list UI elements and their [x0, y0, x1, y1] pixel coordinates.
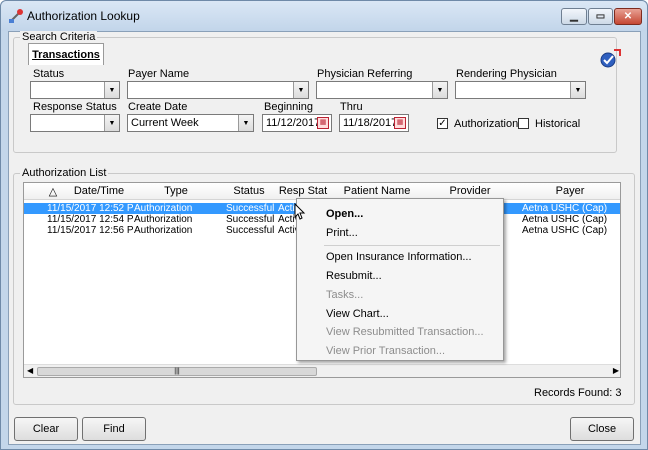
menu-item-print[interactable]: Print... [326, 227, 358, 239]
menu-item-view-resubmitted: View Resubmitted Transaction... [326, 326, 484, 338]
chevron-down-icon: ▼ [432, 82, 447, 98]
rendering-physician-label: Rendering Physician [456, 68, 557, 80]
response-status-label: Response Status [33, 101, 117, 113]
beginning-date-field[interactable]: 11/12/2017 ▦ [262, 114, 332, 132]
menu-separator [324, 245, 500, 246]
menu-item-open[interactable]: Open... [326, 208, 363, 220]
tab-transactions[interactable]: Transactions [28, 43, 104, 65]
minimize-icon: ▁ [570, 11, 578, 22]
search-refresh-icon[interactable] [597, 46, 623, 72]
close-window-button[interactable]: ✕ [614, 8, 642, 25]
scroll-left-icon[interactable]: ◀ [27, 366, 33, 375]
window-title: Authorization Lookup [27, 9, 140, 23]
physician-referring-label: Physician Referring [317, 68, 413, 80]
payer-name-label: Payer Name [128, 68, 190, 80]
chevron-down-icon: ▼ [570, 82, 585, 98]
chevron-down-icon: ▼ [104, 115, 119, 131]
column-provider[interactable]: Provider [424, 185, 516, 197]
beginning-label: Beginning [264, 101, 313, 113]
menu-item-resubmit[interactable]: Resubmit... [326, 270, 382, 282]
scrollbar-thumb[interactable]: ||| [37, 367, 317, 376]
column-payer[interactable]: Payer [518, 185, 620, 197]
status-label: Status [33, 68, 65, 80]
calendar-icon[interactable]: ▦ [317, 117, 329, 129]
menu-item-view-chart[interactable]: View Chart... [326, 308, 389, 320]
create-date-select[interactable]: Current Week ▼ [127, 114, 254, 132]
chevron-down-icon: ▼ [238, 115, 253, 131]
chevron-down-icon: ▼ [293, 82, 308, 98]
historical-checkbox[interactable] [518, 118, 529, 129]
app-icon [9, 9, 23, 23]
calendar-icon[interactable]: ▦ [394, 117, 406, 129]
mouse-cursor-icon [294, 203, 306, 220]
column-datetime[interactable]: Date/Time [64, 185, 134, 197]
thru-date-field[interactable]: 11/18/2017 ▦ [339, 114, 409, 132]
menu-item-open-insurance[interactable]: Open Insurance Information... [326, 251, 472, 263]
menu-item-tasks: Tasks... [326, 289, 364, 301]
chevron-down-icon: ▼ [104, 82, 119, 98]
records-found-text: Records Found: 3 [534, 387, 622, 399]
search-criteria-legend: Search Criteria [20, 31, 98, 43]
menu-item-view-prior: View Prior Transaction... [326, 345, 446, 357]
title-bar[interactable]: Authorization Lookup ▁ ▭ ✕ [1, 1, 647, 31]
historical-checkbox-label: Historical [535, 118, 581, 130]
horizontal-scrollbar[interactable]: ◀ ||| ▶ [24, 364, 620, 377]
maximize-icon: ▭ [595, 11, 606, 22]
column-type[interactable]: Type [136, 185, 216, 197]
authorization-list-legend: Authorization List [20, 167, 109, 179]
minimize-button[interactable]: ▁ [561, 8, 587, 25]
column-resp-stat[interactable]: Resp Stat [276, 185, 330, 197]
column-status[interactable]: Status [224, 185, 274, 197]
payer-name-select[interactable]: ▼ [127, 81, 309, 99]
close-icon: ✕ [623, 11, 633, 22]
find-button[interactable]: Find [82, 417, 146, 441]
thru-label: Thru [340, 101, 363, 113]
clear-button[interactable]: Clear [14, 417, 78, 441]
rendering-physician-select[interactable]: ▼ [455, 81, 586, 99]
column-patient-name[interactable]: Patient Name [332, 185, 422, 197]
maximize-button[interactable]: ▭ [588, 8, 613, 25]
context-menu: Open... Print... Open Insurance Informat… [296, 198, 504, 361]
authorization-checkbox[interactable]: ✓ [437, 118, 448, 129]
status-select[interactable]: ▼ [30, 81, 120, 99]
sort-ascending-icon[interactable]: △ [48, 185, 58, 198]
scroll-right-icon[interactable]: ▶ [613, 366, 619, 375]
create-date-label: Create Date [128, 101, 188, 113]
close-button[interactable]: Close [570, 417, 634, 441]
authorization-checkbox-label: Authorization [454, 118, 519, 130]
response-status-select[interactable]: ▼ [30, 114, 120, 132]
physician-referring-select[interactable]: ▼ [316, 81, 448, 99]
